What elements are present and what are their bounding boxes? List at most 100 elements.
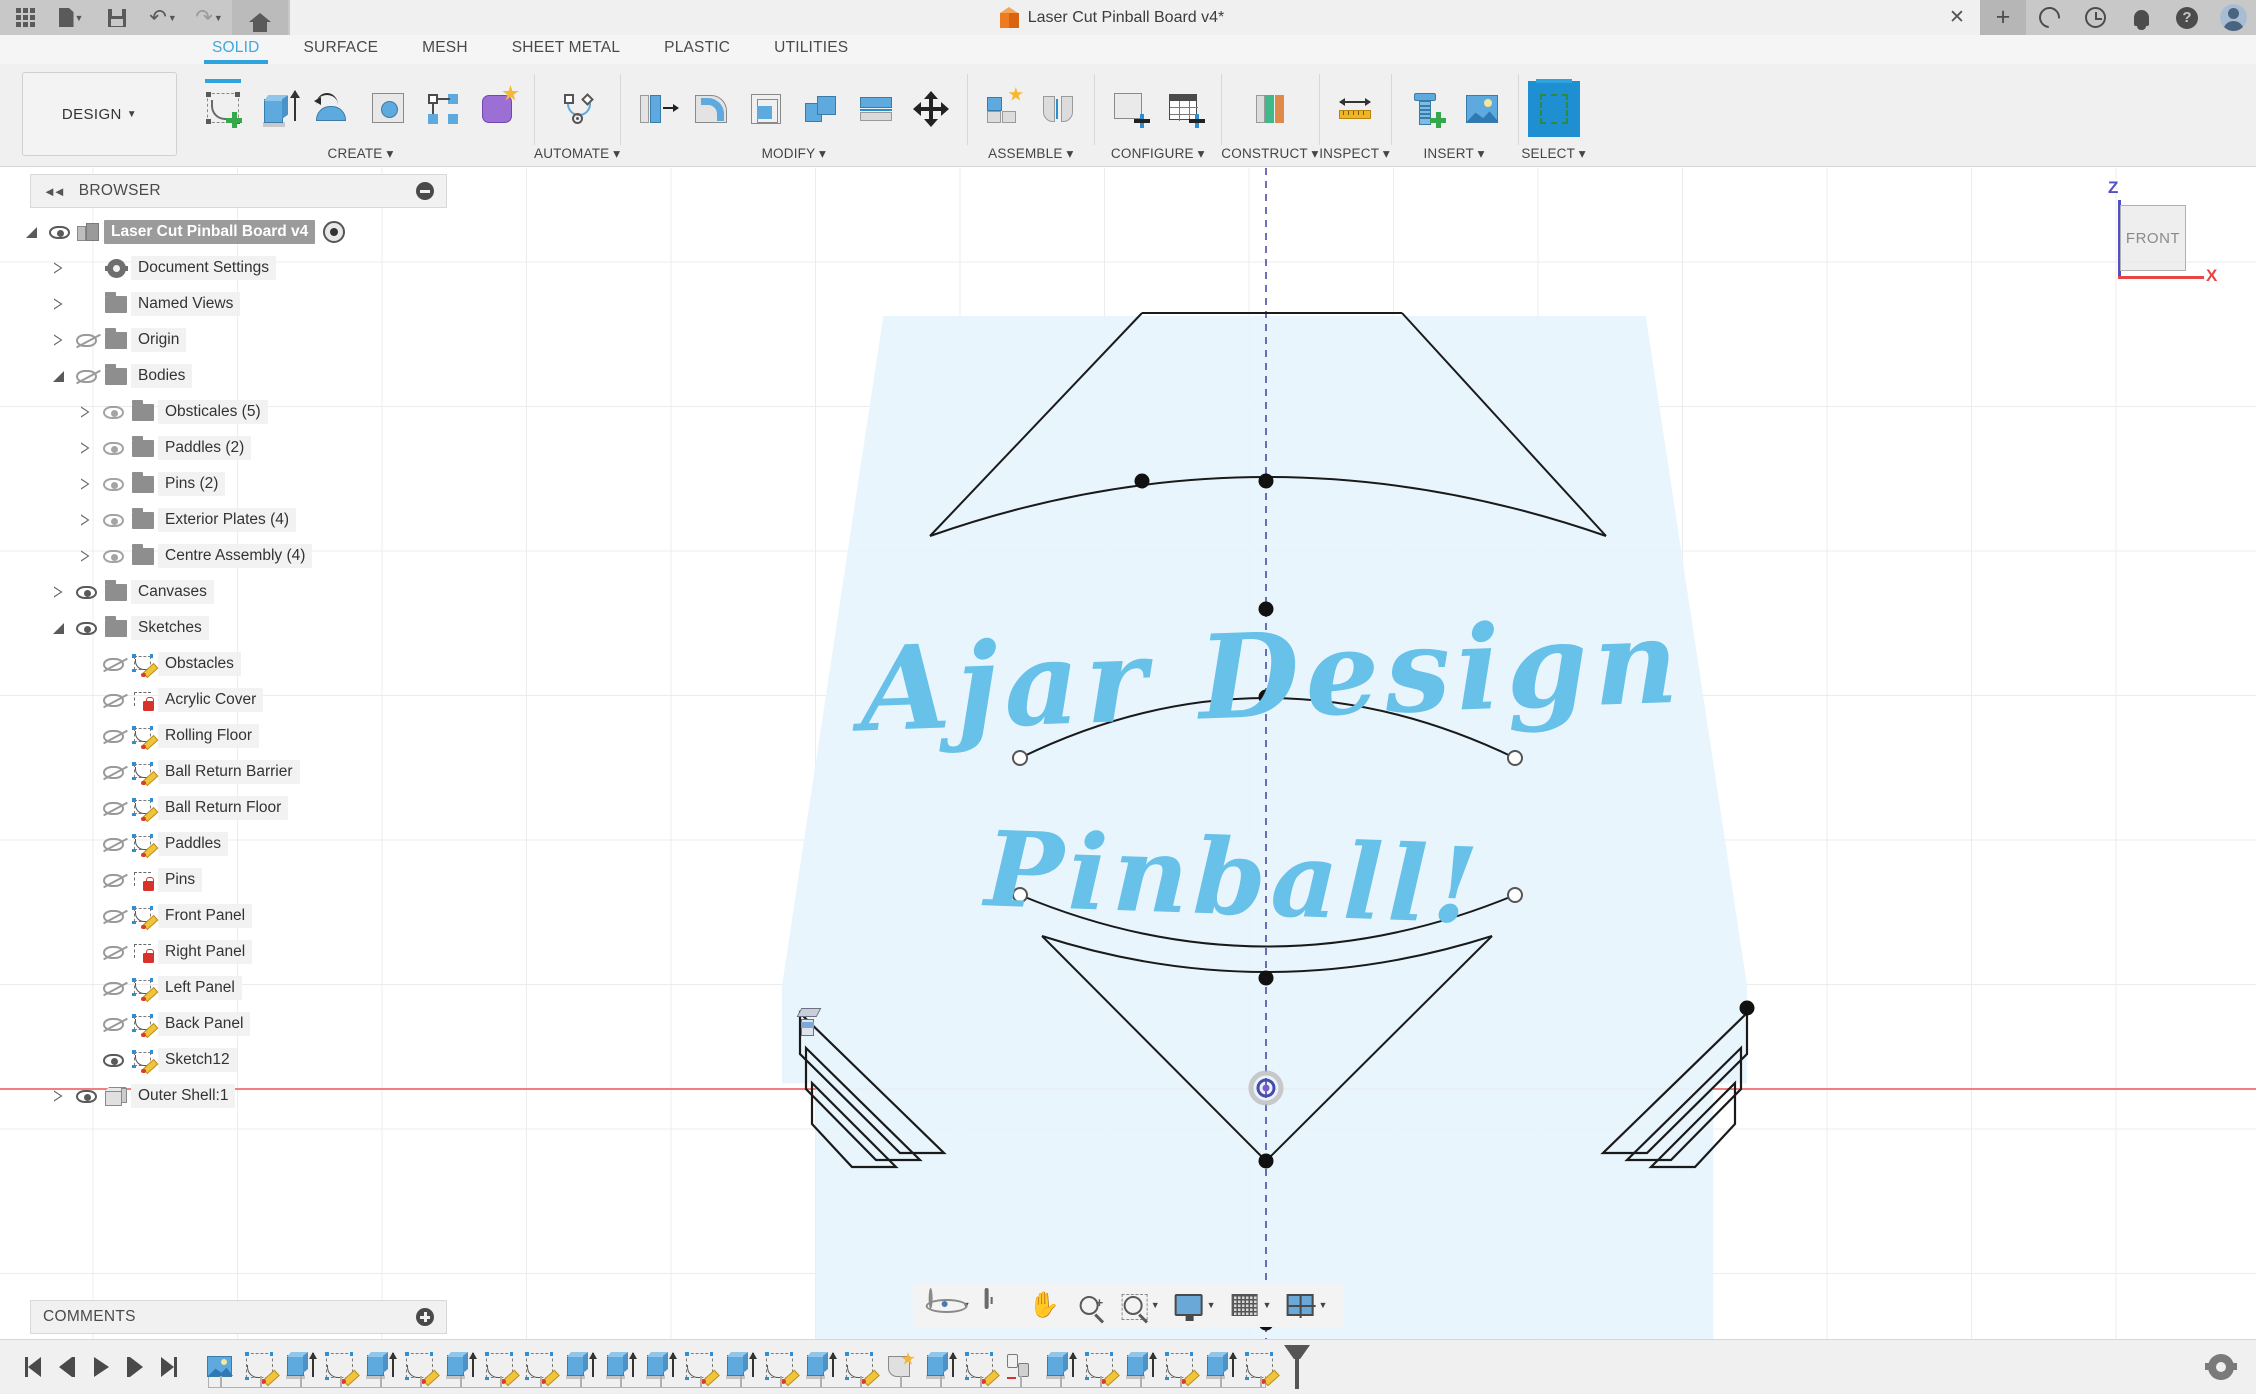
expand-arrow-icon[interactable] bbox=[45, 298, 71, 310]
panel-select-label[interactable]: SELECT ▾ bbox=[1521, 146, 1585, 167]
job-status-icon[interactable] bbox=[2026, 0, 2072, 35]
form-icon[interactable] bbox=[472, 81, 524, 137]
expand-arrow-icon[interactable] bbox=[72, 514, 98, 526]
play-icon[interactable] bbox=[86, 1352, 116, 1382]
go-to-end-icon[interactable] bbox=[154, 1352, 184, 1382]
select-icon[interactable] bbox=[1527, 79, 1580, 137]
tab-solid[interactable]: SOLID bbox=[190, 35, 282, 64]
save-icon[interactable] bbox=[94, 0, 140, 35]
split-face-icon[interactable] bbox=[850, 81, 902, 137]
visibility-on-icon[interactable] bbox=[98, 441, 128, 455]
expand-arrow-icon[interactable] bbox=[72, 550, 98, 562]
file-icon[interactable]: ▼ bbox=[48, 0, 94, 35]
panel-configure-label[interactable]: CONFIGURE ▾ bbox=[1111, 146, 1205, 167]
view-cube[interactable]: Z X FRONT bbox=[2086, 178, 2217, 288]
collapse-left-icon[interactable]: ◄◄ bbox=[43, 184, 66, 199]
automate-icon[interactable] bbox=[551, 81, 603, 137]
tree-item-ball-return-barrier[interactable]: Ball Return Barrier bbox=[0, 754, 455, 790]
tree-item-obstacles[interactable]: Obstacles bbox=[0, 646, 455, 682]
timeline-feature-strip[interactable] bbox=[200, 1340, 1280, 1394]
activate-component-radio[interactable] bbox=[323, 221, 346, 243]
redo-icon[interactable]: ↷ ▼ bbox=[186, 0, 232, 35]
visibility-on-icon[interactable] bbox=[71, 1089, 101, 1103]
close-icon[interactable]: ✕ bbox=[1934, 0, 1980, 35]
visibility-off-icon[interactable] bbox=[98, 873, 128, 887]
grid-snaps-icon[interactable]: ▼ bbox=[1224, 1285, 1278, 1325]
panel-insert-label[interactable]: INSERT ▾ bbox=[1423, 146, 1484, 167]
expand-arrow-icon[interactable] bbox=[72, 478, 98, 490]
tab-plastic[interactable]: PLASTIC bbox=[642, 35, 752, 64]
panel-inspect-label[interactable]: INSPECT ▾ bbox=[1319, 146, 1390, 167]
visibility-off-icon[interactable] bbox=[98, 981, 128, 995]
collapse-arrow-icon[interactable] bbox=[45, 370, 71, 382]
pan-icon[interactable]: ✋ bbox=[1023, 1285, 1066, 1325]
tree-item-acrylic-cover[interactable]: Acrylic Cover bbox=[0, 682, 455, 718]
tab-utilities[interactable]: UTILITIES bbox=[752, 35, 870, 64]
joint-icon[interactable] bbox=[1032, 81, 1084, 137]
tree-item-obsticales-5[interactable]: Obsticales (5) bbox=[0, 394, 455, 430]
expand-arrow-icon[interactable] bbox=[45, 1090, 71, 1102]
look-at-icon[interactable] bbox=[979, 1285, 1021, 1325]
visibility-on-icon[interactable] bbox=[98, 513, 128, 527]
expand-arrow-icon[interactable] bbox=[45, 586, 71, 598]
zoom-window-icon[interactable]: ▼ bbox=[1112, 1285, 1166, 1325]
panel-assemble-label[interactable]: ASSEMBLE ▾ bbox=[988, 146, 1073, 167]
visibility-off-icon[interactable] bbox=[98, 693, 128, 707]
notification-bell-icon[interactable] bbox=[2118, 0, 2164, 35]
pattern-icon[interactable] bbox=[417, 81, 469, 137]
visibility-on-icon[interactable] bbox=[98, 549, 128, 563]
fillet-icon[interactable] bbox=[685, 81, 737, 137]
view-cube-front-face[interactable]: FRONT bbox=[2120, 205, 2186, 271]
workspace-selector[interactable]: DESIGN ▼ bbox=[22, 72, 177, 156]
visibility-off-icon[interactable] bbox=[98, 837, 128, 851]
visibility-off-icon[interactable] bbox=[98, 909, 128, 923]
app-grid-icon[interactable] bbox=[2, 0, 48, 35]
create-sketch-icon[interactable] bbox=[197, 79, 249, 137]
tree-item-back-panel[interactable]: Back Panel bbox=[0, 1006, 455, 1042]
visibility-on-icon[interactable] bbox=[98, 405, 128, 419]
revolve-icon[interactable] bbox=[307, 81, 359, 137]
visibility-off-icon[interactable] bbox=[98, 945, 128, 959]
visibility-on-icon[interactable] bbox=[98, 477, 128, 491]
undo-icon[interactable]: ↶ ▼ bbox=[140, 0, 186, 35]
tree-item-paddles-2[interactable]: Paddles (2) bbox=[0, 430, 455, 466]
expand-arrow-icon[interactable] bbox=[72, 406, 98, 418]
expand-arrow-icon[interactable] bbox=[45, 334, 71, 346]
home-icon[interactable] bbox=[232, 0, 288, 35]
history-icon[interactable] bbox=[2072, 0, 2118, 35]
configure-component-icon[interactable] bbox=[1104, 81, 1156, 137]
orbit-icon[interactable]: ▼ bbox=[923, 1285, 977, 1325]
display-settings-icon[interactable]: ▼ bbox=[1168, 1285, 1222, 1325]
visibility-on-icon[interactable] bbox=[44, 225, 74, 239]
tree-item-origin[interactable]: Origin bbox=[0, 322, 455, 358]
viewports-icon[interactable]: ▼ bbox=[1279, 1285, 1333, 1325]
visibility-on-icon[interactable] bbox=[71, 585, 101, 599]
tree-item-exterior-plates-4[interactable]: Exterior Plates (4) bbox=[0, 502, 455, 538]
zoom-icon[interactable]: + bbox=[1068, 1285, 1110, 1325]
tree-item-document-settings[interactable]: Document Settings bbox=[0, 250, 455, 286]
add-comment-icon[interactable] bbox=[416, 1308, 434, 1326]
tree-item-outer-shell-1[interactable]: Outer Shell:1 bbox=[0, 1078, 455, 1114]
tree-item-laser-cut-pinball-board-v4[interactable]: Laser Cut Pinball Board v4 bbox=[0, 214, 455, 250]
measure-icon[interactable] bbox=[1329, 81, 1381, 137]
tree-item-rolling-floor[interactable]: Rolling Floor bbox=[0, 718, 455, 754]
tree-item-sketch12[interactable]: Sketch12 bbox=[0, 1042, 455, 1078]
tree-item-pins-2[interactable]: Pins (2) bbox=[0, 466, 455, 502]
extrude-icon[interactable] bbox=[252, 81, 304, 137]
panel-automate-label[interactable]: AUTOMATE ▾ bbox=[534, 146, 620, 167]
go-to-beginning-icon[interactable] bbox=[18, 1352, 48, 1382]
tree-item-sketches[interactable]: Sketches bbox=[0, 610, 455, 646]
shell-icon[interactable] bbox=[740, 81, 792, 137]
panel-create-label[interactable]: CREATE ▾ bbox=[328, 146, 394, 167]
tree-item-pins[interactable]: Pins bbox=[0, 862, 455, 898]
expand-arrow-icon[interactable] bbox=[72, 442, 98, 454]
collapse-arrow-icon[interactable] bbox=[18, 226, 44, 238]
timeline-end-marker[interactable] bbox=[1284, 1345, 1310, 1389]
combine-icon[interactable] bbox=[795, 81, 847, 137]
tree-item-centre-assembly-4[interactable]: Centre Assembly (4) bbox=[0, 538, 455, 574]
tree-item-paddles[interactable]: Paddles bbox=[0, 826, 455, 862]
tree-item-named-views[interactable]: Named Views bbox=[0, 286, 455, 322]
visibility-off-icon[interactable] bbox=[98, 729, 128, 743]
visibility-on-icon[interactable] bbox=[98, 1053, 128, 1067]
visibility-on-icon[interactable] bbox=[71, 621, 101, 635]
